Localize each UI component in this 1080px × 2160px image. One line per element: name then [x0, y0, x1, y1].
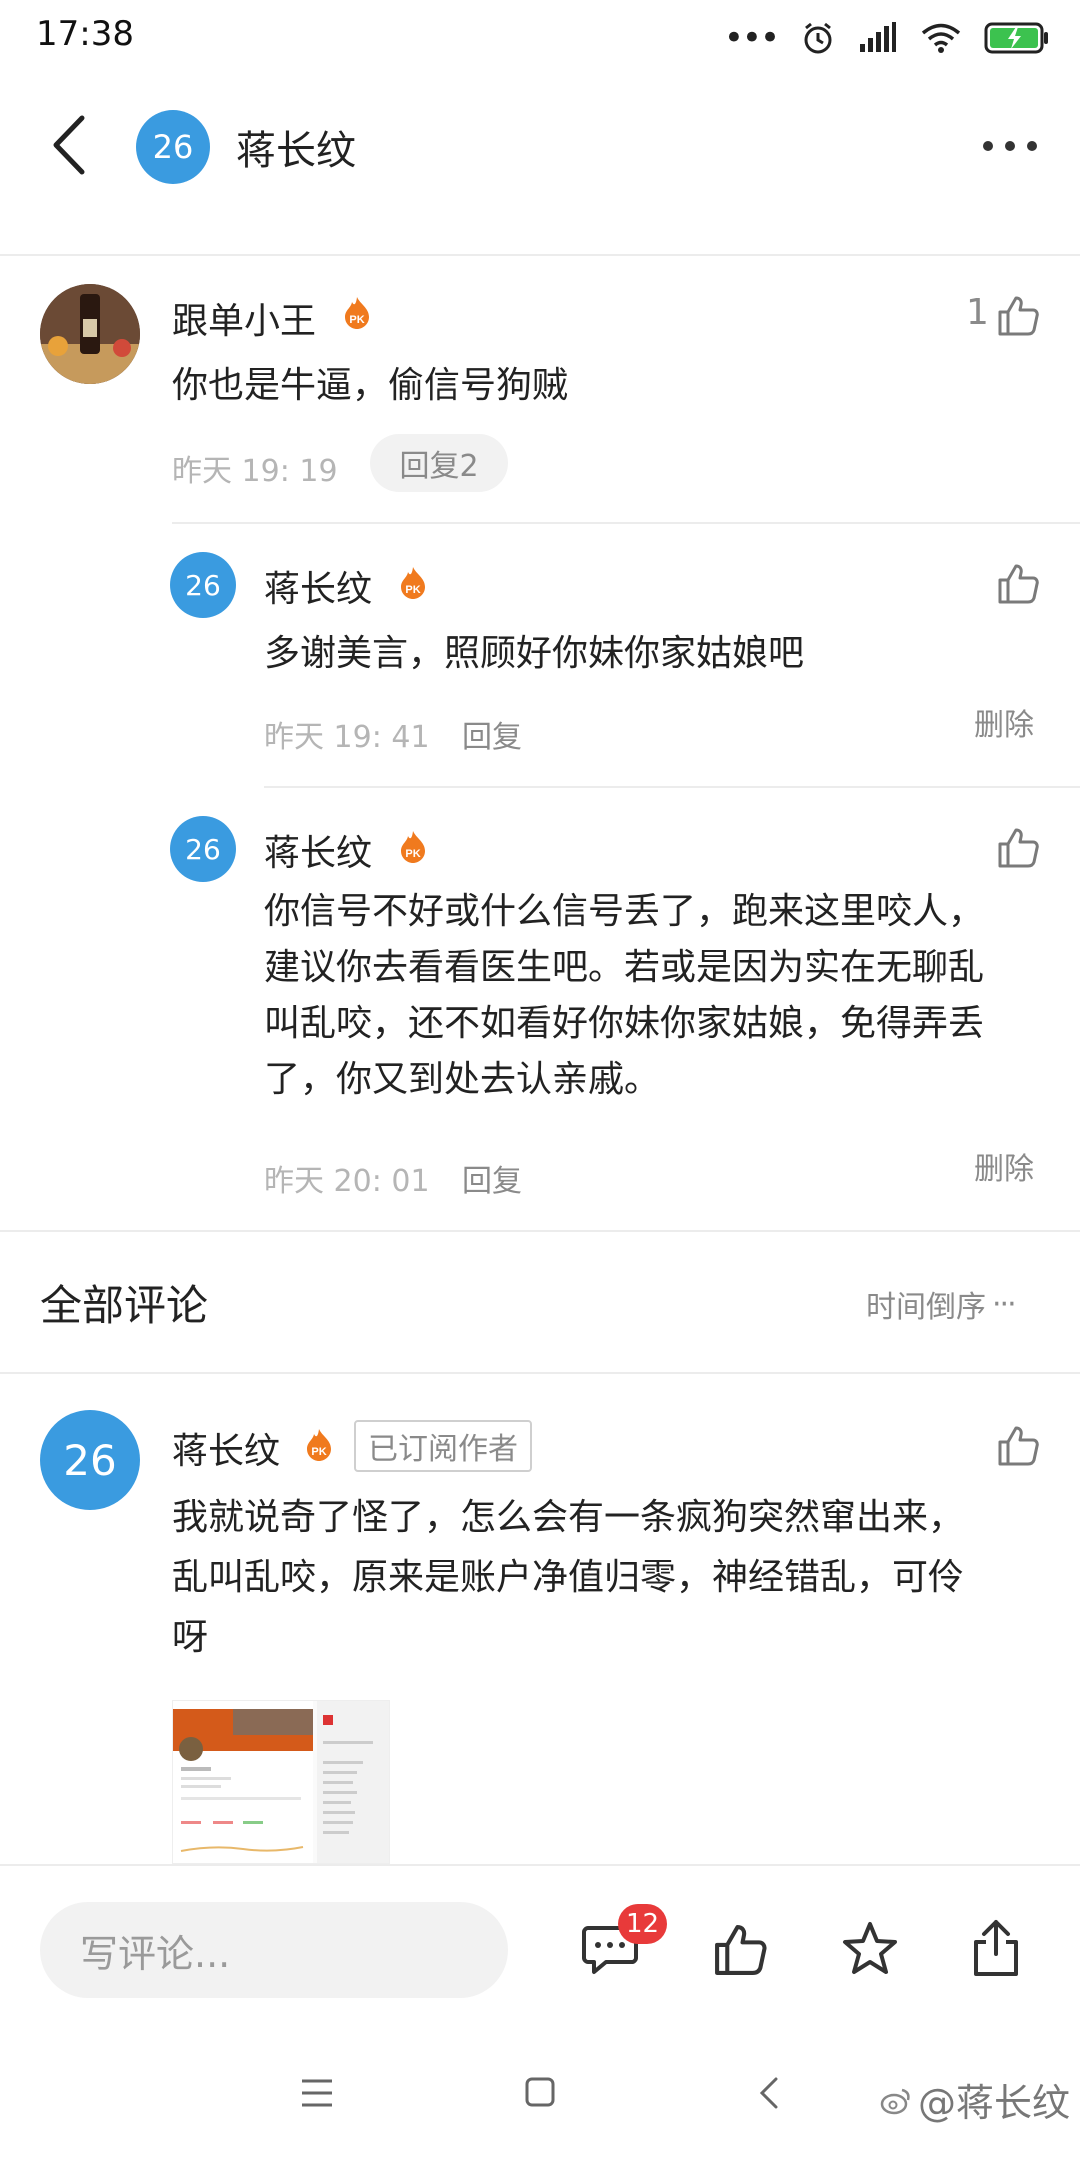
commenter-name[interactable]: 蒋长纹	[172, 1422, 280, 1474]
pk-fire-badge-icon: PK	[401, 831, 425, 863]
comment-text: 你也是牛逼，偷信号狗贼	[172, 365, 569, 406]
reply-text-line: 了，你又到处去认亲戚。	[264, 1059, 661, 1100]
pk-fire-badge-icon: PK	[307, 1429, 331, 1461]
commenter-avatar[interactable]: 26	[40, 1410, 140, 1510]
reply-text-line: 建议你去看看医生吧。若或是因为实在无聊乱	[264, 947, 985, 988]
subscribed-author-tag: 已订阅作者	[354, 1420, 532, 1472]
reply-time: 昨天 19: 41	[264, 720, 430, 755]
watermark: @蒋长纹	[880, 2072, 1070, 2127]
like-icon[interactable]	[996, 826, 1040, 870]
comment-text-line: 乱叫乱咬，原来是账户净值归零，神经错乱，可伶	[172, 1557, 965, 1598]
sort-order-label: 时间倒序	[866, 1290, 986, 1325]
weibo-logo-icon	[880, 2088, 910, 2114]
more-options-icon[interactable]	[980, 138, 1040, 154]
menu-icon[interactable]	[300, 2078, 334, 2108]
reply-author[interactable]: 蒋长纹	[264, 824, 372, 876]
page-header: 26 蒋长纹	[0, 80, 1080, 256]
reply-avatar[interactable]: 26	[170, 552, 236, 618]
commenter-name[interactable]: 跟单小王	[172, 292, 316, 344]
reply-button[interactable]: 回复	[462, 712, 522, 756]
svg-text:PK: PK	[349, 314, 364, 326]
comment-input[interactable]: 写评论...	[40, 1902, 508, 1998]
sort-order-button[interactable]: 时间倒序 ···	[866, 1282, 1017, 1326]
page-title: 蒋长纹	[236, 128, 356, 174]
watermark-text: @蒋长纹	[918, 2081, 1071, 2125]
status-bar: 17:38 •••	[0, 0, 1080, 80]
attached-image[interactable]	[172, 1700, 390, 1864]
comment-text-line: 呀	[172, 1617, 209, 1658]
reply-text: 你信号不好或什么信号丢了，跑来这里咬人， 建议你去看看医生吧。若或是因为实在无聊…	[264, 884, 1064, 1108]
alarm-icon	[804, 22, 832, 54]
like-icon[interactable]	[996, 294, 1040, 338]
reply-time: 昨天 20: 01	[264, 1164, 430, 1199]
header-avatar[interactable]: 26	[136, 110, 210, 184]
signal-icon	[860, 22, 896, 52]
like-icon[interactable]	[712, 1922, 768, 1978]
like-icon[interactable]	[996, 562, 1040, 606]
pk-fire-badge-icon: PK	[401, 567, 425, 599]
like-count: 1	[966, 292, 989, 333]
reply-text-line: 你信号不好或什么信号丢了，跑来这里咬人，	[264, 891, 985, 932]
status-icons: •••	[724, 18, 1050, 58]
more-dots-icon: •••	[723, 18, 780, 58]
back-icon[interactable]	[48, 114, 90, 176]
all-comments-title: 全部评论	[40, 1281, 209, 1330]
divider	[0, 1372, 1080, 1374]
svg-text:PK: PK	[405, 584, 420, 596]
reply-text: 多谢美言，照顾好你妹你家姑娘吧	[264, 633, 805, 674]
comment-time: 昨天 19: 19	[172, 454, 338, 489]
delete-button[interactable]: 删除	[974, 700, 1034, 744]
like-icon[interactable]	[996, 1424, 1040, 1468]
wifi-icon	[921, 23, 961, 53]
delete-button[interactable]: 删除	[974, 1144, 1034, 1188]
share-icon[interactable]	[970, 1918, 1022, 1978]
divider	[264, 786, 1080, 788]
more-dots-icon: ···	[992, 1286, 1017, 1322]
comment-count-badge: 12	[618, 1904, 668, 1944]
reply-text-line: 叫乱咬，还不如看好你妹你家姑娘，免得弄丢	[264, 1003, 985, 1044]
star-favorite-icon[interactable]	[840, 1920, 900, 1978]
home-icon[interactable]	[524, 2076, 556, 2108]
status-time: 17:38	[36, 14, 134, 54]
bottom-action-bar: 写评论... 12	[0, 1864, 1080, 2030]
nav-back-icon[interactable]	[758, 2076, 780, 2110]
svg-text:PK: PK	[405, 848, 420, 860]
reply-button[interactable]: 回复	[462, 1156, 522, 1200]
pk-fire-badge-icon: PK	[345, 297, 369, 329]
svg-text:PK: PK	[311, 1446, 326, 1458]
reply-avatar[interactable]: 26	[170, 816, 236, 882]
reply-author[interactable]: 蒋长纹	[264, 560, 372, 612]
reply-count-button[interactable]: 回复2	[370, 434, 508, 492]
system-nav-bar: @蒋长纹	[0, 2030, 1080, 2160]
section-divider	[0, 1230, 1080, 1232]
battery-charging-icon	[984, 22, 1048, 54]
divider	[172, 522, 1080, 524]
comment-text-line: 我就说奇了怪了，怎么会有一条疯狗突然窜出来，	[172, 1497, 965, 1538]
comment-text: 我就说奇了怪了，怎么会有一条疯狗突然窜出来， 乱叫乱咬，原来是账户净值归零，神经…	[172, 1488, 1052, 1668]
commenter-avatar[interactable]	[40, 284, 140, 384]
